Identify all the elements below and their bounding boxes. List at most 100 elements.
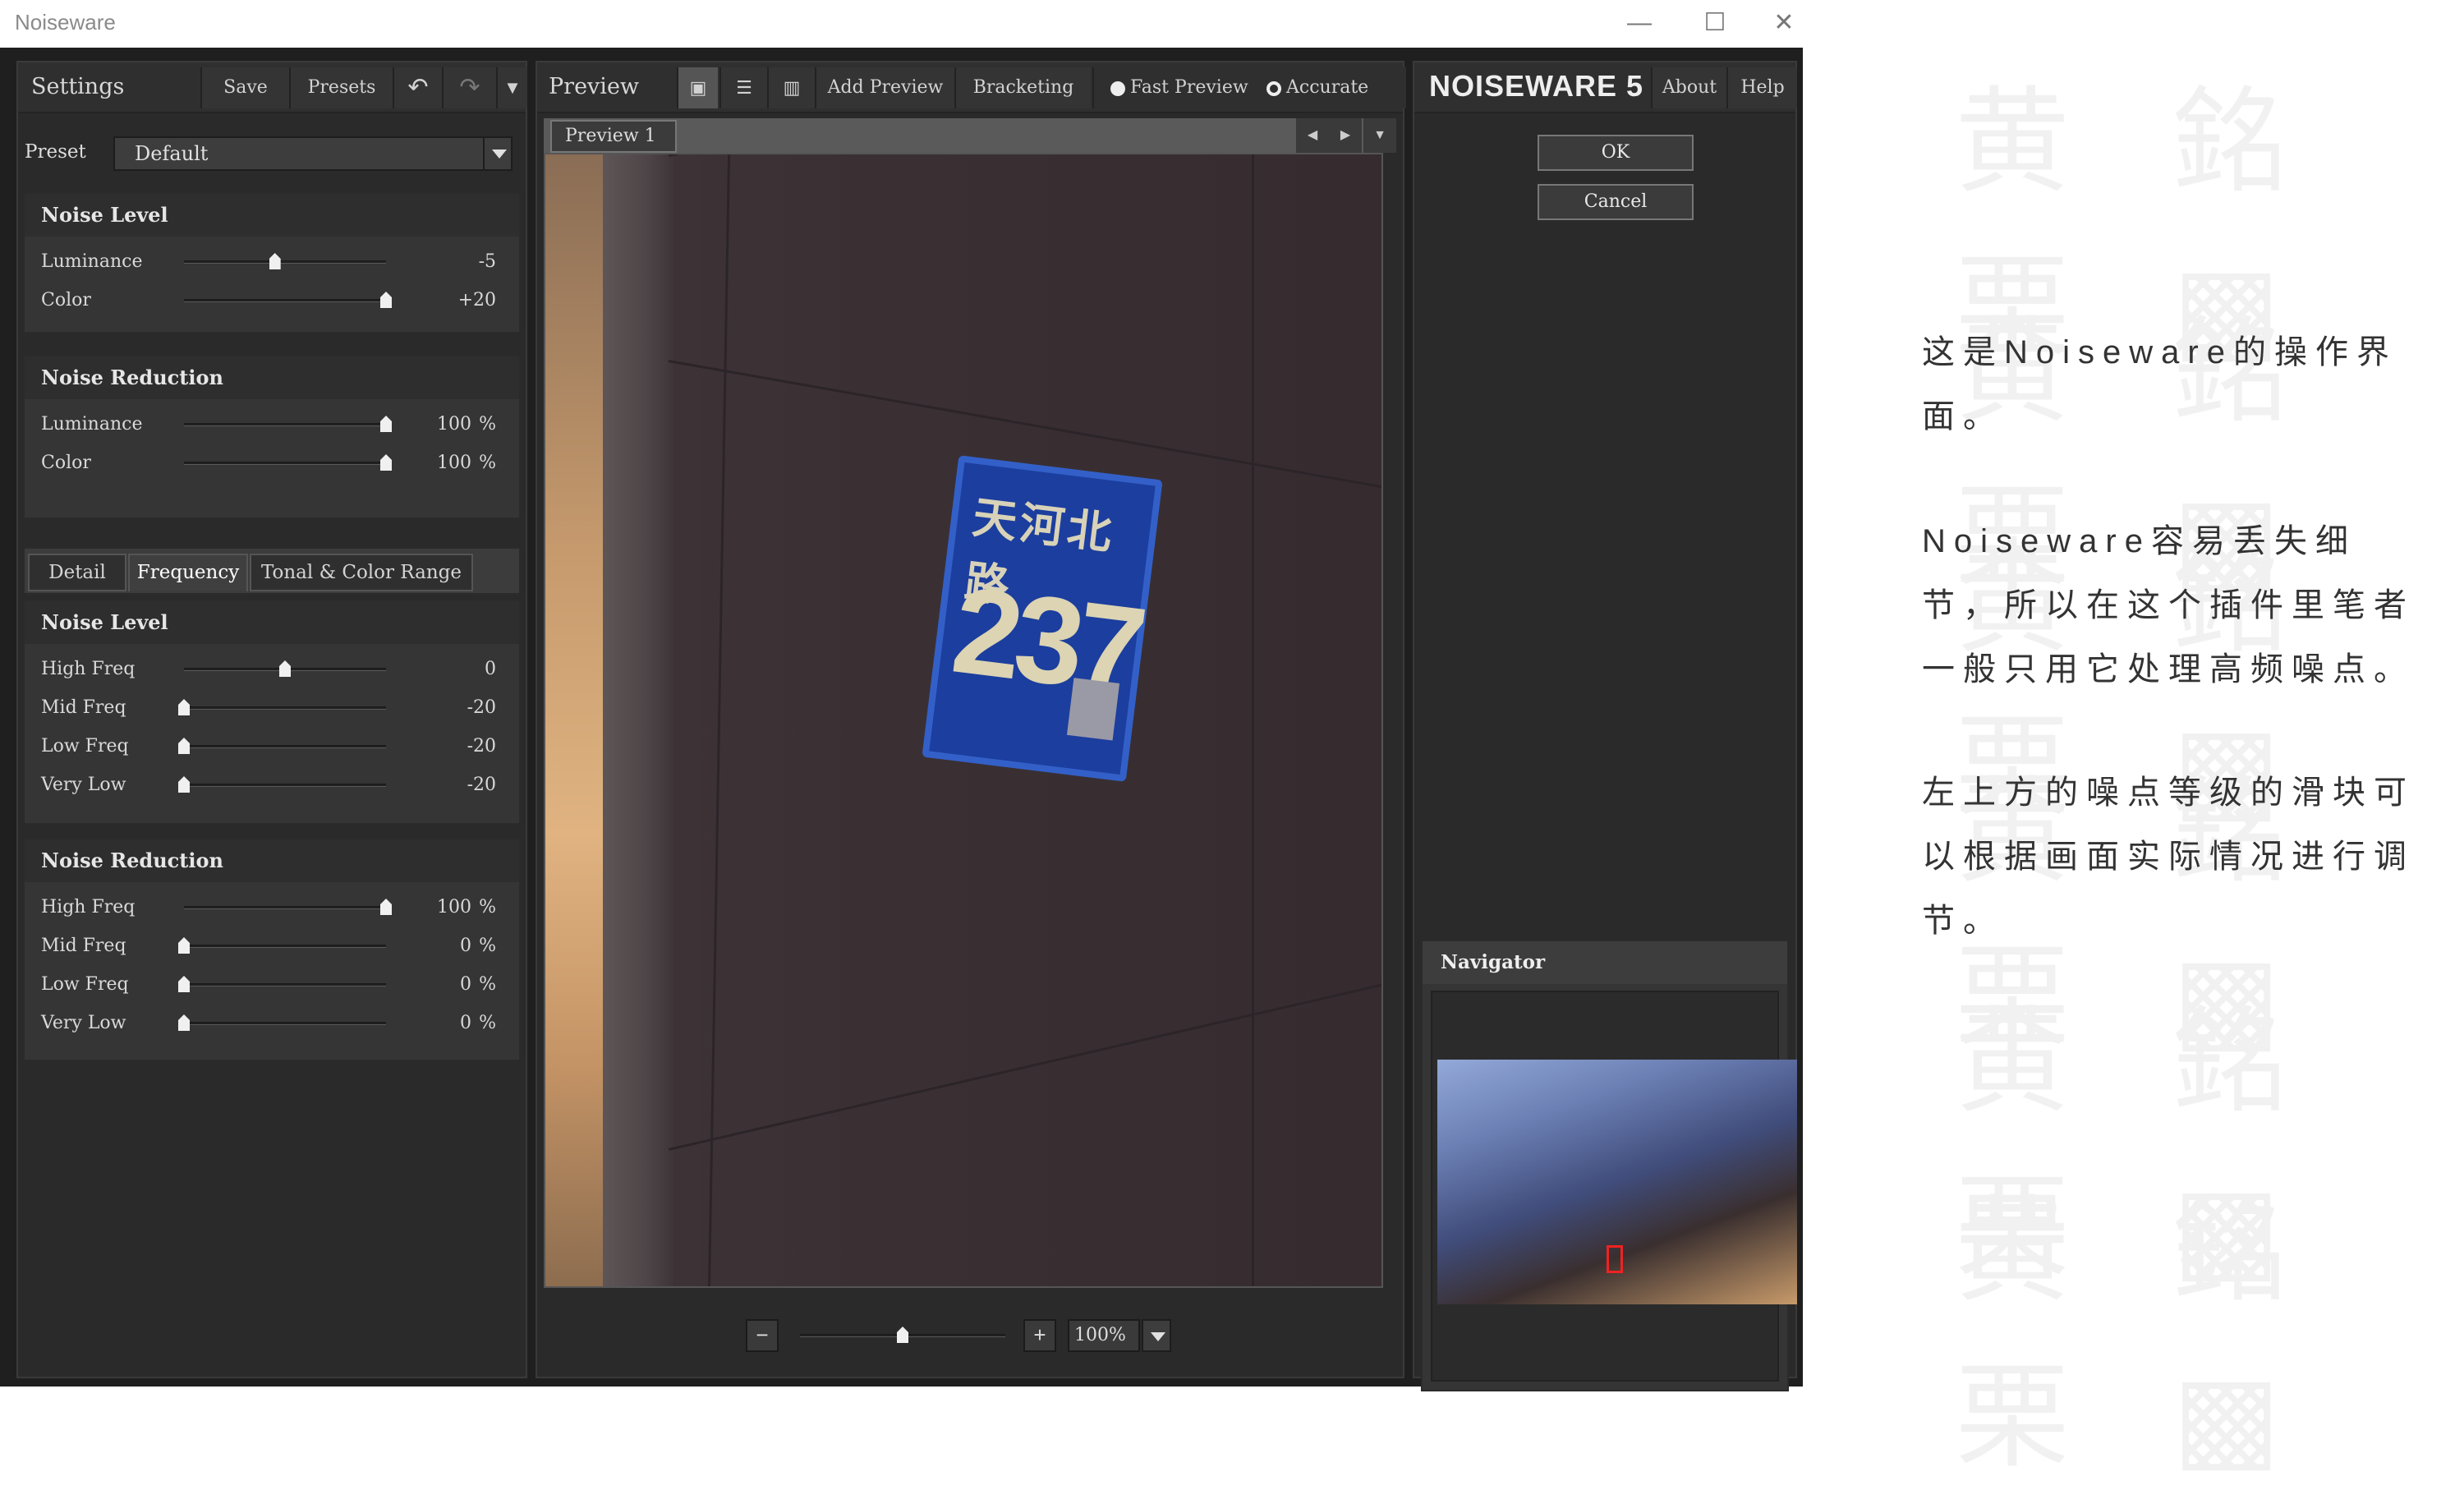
split-vertical-icon[interactable]: ▥ <box>767 67 815 108</box>
minimize-icon[interactable]: — <box>1615 7 1664 39</box>
fast-preview-radio[interactable] <box>1110 81 1125 96</box>
navigator-view[interactable] <box>1431 991 1797 1382</box>
freq-noise-reduction-slider[interactable] <box>184 1022 386 1025</box>
freq-noise-reduction-row: High Freq 100% <box>25 889 519 927</box>
window-title: Noiseware <box>15 10 116 34</box>
pillar <box>603 154 673 1286</box>
noise-reduction-row: Luminance 100% <box>25 406 519 444</box>
navigator-heading: Navigator <box>1423 941 1787 984</box>
note-interface: 这是Noiseware的操作界面。 <box>1922 334 2397 435</box>
freq-noise-reduction-label: Mid Freq <box>41 936 126 956</box>
tab-preview-1[interactable]: Preview 1 <box>550 120 677 153</box>
freq-noise-reduction-value: 0 <box>460 1013 471 1033</box>
redo-icon[interactable]: ↷ <box>442 67 496 108</box>
tile-seam-vertical <box>1252 154 1254 1286</box>
noise-reduction-row: Color 100% <box>25 444 519 482</box>
freq-noise-level-label: High Freq <box>41 659 136 679</box>
zoom-in-button[interactable]: + <box>1023 1319 1056 1352</box>
freq-noise-level-label: Low Freq <box>41 736 129 756</box>
freq-noise-reduction-label: Low Freq <box>41 974 129 995</box>
next-tab-arrow-icon[interactable]: ▶ <box>1329 118 1362 153</box>
undo-icon[interactable]: ↶ <box>393 67 442 108</box>
freq-noise-level-slider[interactable] <box>184 706 386 710</box>
preset-select[interactable]: Default <box>113 136 511 171</box>
freq-noise-level-value: -20 <box>467 775 496 795</box>
freq-noise-reduction-slider-thumb[interactable] <box>380 899 392 915</box>
ok-button[interactable]: OK <box>1538 135 1694 171</box>
noise-level-slider-thumb[interactable] <box>380 292 392 308</box>
freq-noise-reduction-unit: % <box>479 897 496 917</box>
preset-label: Preset <box>25 141 86 163</box>
zoom-out-button[interactable]: − <box>746 1319 779 1352</box>
split-horizontal-icon[interactable]: ☰ <box>719 67 767 108</box>
freq-noise-level-row: Very Low -20 <box>25 766 519 804</box>
title-bar: Noiseware — ☐ ✕ <box>0 0 1803 48</box>
tab-tonal-color-range[interactable]: Tonal & Color Range <box>250 554 473 591</box>
freq-noise-level-section: Noise Level High Freq 0 Mid Freq -20 Low Fre… <box>23 600 521 825</box>
noise-level-label: Luminance <box>41 251 143 272</box>
watermark-seal: 黄 銘 栗 ▩ <box>1955 1184 2320 1484</box>
tab-detail[interactable]: Detail <box>28 554 126 591</box>
freq-noise-reduction-slider-thumb[interactable] <box>178 937 190 954</box>
zoom-value-field[interactable]: 100% <box>1068 1319 1140 1352</box>
noise-level-value: +20 <box>457 290 496 310</box>
freq-noise-reduction-slider[interactable] <box>184 945 386 948</box>
freq-noise-reduction-row: Mid Freq 0% <box>25 927 519 965</box>
noise-level-section: Noise Level Luminance -5 Color +20 <box>23 192 521 333</box>
freq-noise-reduction-label: High Freq <box>41 897 136 917</box>
settings-panel: Settings Save Presets ↶ ↷ ▼ Preset Defau… <box>16 61 527 1378</box>
freq-noise-reduction-slider-thumb[interactable] <box>178 1014 190 1031</box>
freq-noise-level-value: -20 <box>467 697 496 718</box>
add-preview-button[interactable]: Add Preview <box>815 67 954 108</box>
about-button[interactable]: About <box>1651 67 1726 108</box>
close-icon[interactable]: ✕ <box>1768 7 1800 39</box>
note-high-frequency: Noiseware容易丢失细节，所以在这个插件里笔者一般只用它处理高频噪点。 <box>1922 523 2415 688</box>
noise-reduction-slider[interactable] <box>184 423 386 426</box>
preview-image[interactable]: 天河北路 237 <box>544 153 1383 1288</box>
freq-noise-level-slider-thumb[interactable] <box>178 738 190 754</box>
note-slider-adjust: 左上方的噪点等级的滑块可以根据画面实际情况进行调节。 <box>1922 775 2415 939</box>
noise-reduction-value: 100 <box>437 414 471 435</box>
tab-frequency[interactable]: Frequency <box>128 554 248 591</box>
preset-dropdown-chevron-icon[interactable] <box>483 136 513 171</box>
settings-title: Settings <box>31 74 125 99</box>
settings-tabs: Detail Frequency Tonal & Color Range <box>23 547 521 595</box>
noise-reduction-slider-thumb[interactable] <box>380 416 392 432</box>
zoom-slider-thumb[interactable] <box>897 1327 908 1343</box>
help-button[interactable]: Help <box>1726 67 1797 108</box>
zoom-dropdown-chevron-icon[interactable] <box>1142 1319 1171 1352</box>
right-panel: NOISEWARE 5 About Help OK Cancel Navigat… <box>1413 61 1797 1391</box>
freq-noise-level-slider[interactable] <box>184 745 386 748</box>
freq-noise-level-slider-thumb[interactable] <box>178 699 190 715</box>
freq-noise-level-label: Mid Freq <box>41 697 126 718</box>
tab-menu-chevron-icon[interactable]: ▼ <box>1363 118 1396 153</box>
cancel-button[interactable]: Cancel <box>1538 184 1694 220</box>
single-view-icon[interactable]: ▣ <box>677 67 718 108</box>
presets-button[interactable]: Presets <box>289 67 393 108</box>
freq-noise-reduction-slider[interactable] <box>184 983 386 986</box>
prev-tab-arrow-icon[interactable]: ◀ <box>1296 118 1329 153</box>
settings-menu-chevron-icon[interactable]: ▼ <box>496 67 527 108</box>
noise-reduction-slider-thumb[interactable] <box>380 454 392 471</box>
freq-noise-level-heading: Noise Level <box>25 601 519 644</box>
bracketing-button[interactable]: Bracketing <box>954 67 1091 108</box>
accurate-radio[interactable] <box>1266 81 1281 96</box>
freq-noise-reduction-label: Very Low <box>41 1013 126 1033</box>
freq-noise-level-slider-thumb[interactable] <box>279 660 291 677</box>
preview-title: Preview <box>549 74 640 99</box>
freq-noise-reduction-row: Very Low 0% <box>25 1005 519 1042</box>
freq-noise-level-slider-thumb[interactable] <box>178 776 190 793</box>
zoom-bar: − + 100% <box>537 1296 1403 1377</box>
noise-reduction-slider[interactable] <box>184 462 386 465</box>
maximize-icon[interactable]: ☐ <box>1690 7 1740 39</box>
noise-level-slider[interactable] <box>184 299 386 302</box>
freq-noise-reduction-slider-thumb[interactable] <box>178 976 190 992</box>
noise-level-slider-thumb[interactable] <box>269 253 281 269</box>
noise-level-slider[interactable] <box>184 260 386 264</box>
freq-noise-level-value: -20 <box>467 736 496 756</box>
freq-noise-reduction-slider[interactable] <box>184 906 386 909</box>
navigator-viewport-box[interactable] <box>1607 1245 1623 1273</box>
save-button[interactable]: Save <box>200 67 289 108</box>
freq-noise-level-slider[interactable] <box>184 784 386 787</box>
noise-level-row: Color +20 <box>25 282 519 320</box>
